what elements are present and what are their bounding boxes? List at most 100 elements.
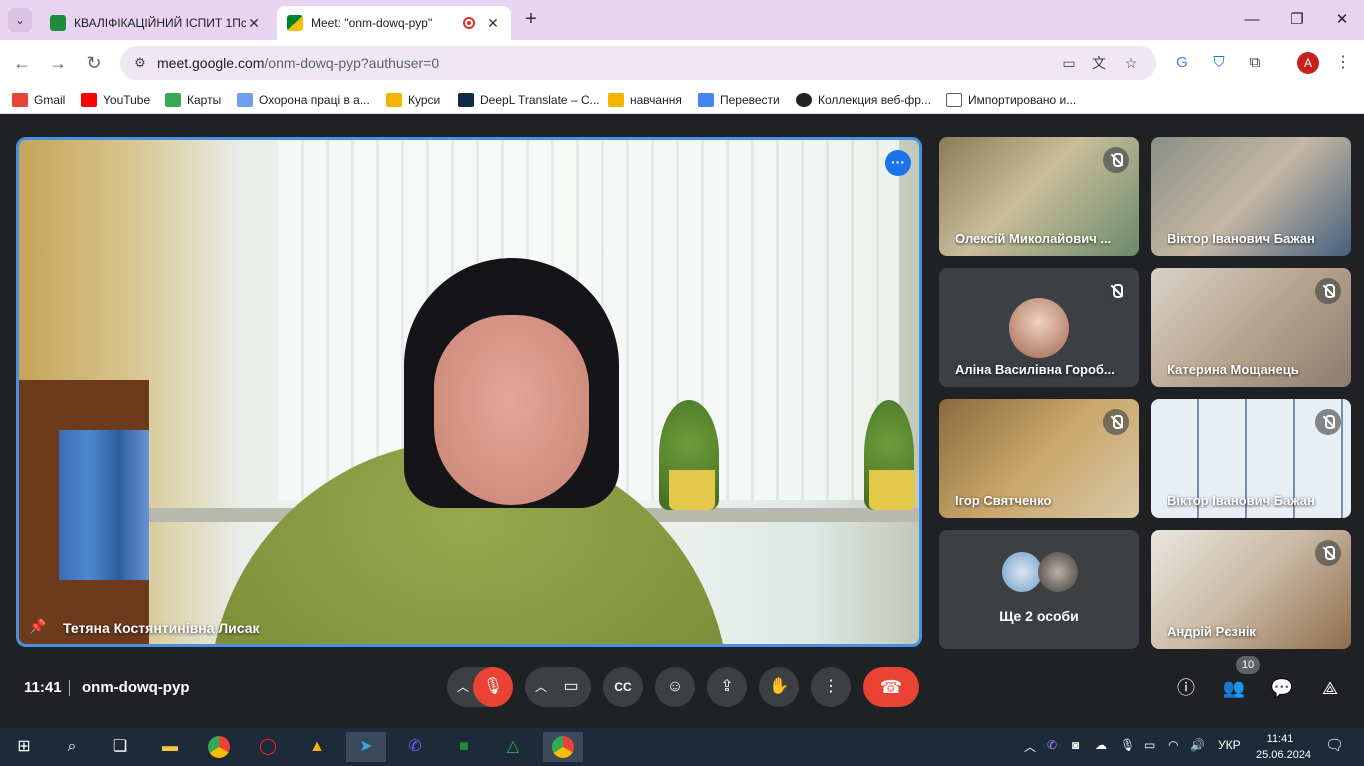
extensions-puzzle-icon[interactable]: ⧉ [1244, 52, 1266, 74]
participant-tile[interactable]: Катерина Мощанець [1151, 268, 1351, 387]
google-translate-icon [698, 93, 714, 107]
chrome-icon[interactable] [199, 732, 239, 762]
tab-meet[interactable]: Meet: "onm-dowq-pyp" ✕ [277, 6, 511, 40]
microphone-icon[interactable]: 🎙 [1120, 738, 1135, 752]
onedrive-icon[interactable]: ☁ [1095, 738, 1107, 752]
new-tab-button[interactable]: + [520, 8, 542, 30]
classroom-icon [608, 93, 624, 107]
gmail-icon [12, 93, 28, 107]
bookmark-label: Курси [408, 93, 441, 107]
opera-icon[interactable]: ◯ [248, 732, 288, 762]
participant-name: Віктор Іванович Бажан [1167, 493, 1315, 508]
google-translate-extension-icon[interactable]: G [1171, 52, 1193, 74]
leave-call-button[interactable]: ☎ [863, 667, 919, 707]
activities-icon[interactable]: ⟁ [1317, 675, 1343, 701]
wifi-icon[interactable]: ◠ [1168, 738, 1178, 752]
volume-icon[interactable]: 🔊 [1190, 738, 1205, 752]
maps-icon [165, 93, 181, 107]
camera-button[interactable]: ▭ [551, 667, 591, 707]
shield-extension-icon[interactable]: ⛉ [1208, 52, 1230, 74]
close-window-button[interactable]: ✕ [1319, 8, 1364, 32]
meeting-info-icon[interactable]: ⓘ [1173, 675, 1199, 701]
battery-icon[interactable]: ▭ [1144, 738, 1155, 752]
tab-close-icon[interactable]: ✕ [246, 15, 262, 32]
bookmark-star-icon[interactable]: ☆ [1122, 54, 1140, 72]
mic-off-button[interactable]: 🎙 [473, 667, 513, 707]
bookmark-learning[interactable]: навчання [608, 91, 682, 109]
url-text[interactable]: meet.google.com/onm-dowq-pyp?authuser=0 [157, 55, 439, 71]
chrome-profile-icon[interactable] [543, 732, 583, 762]
participant-name: Андрій Рєзнік [1167, 624, 1256, 639]
captions-button[interactable]: CC [603, 667, 643, 707]
participant-name: Аліна Василівна Гороб... [955, 362, 1115, 377]
show-hidden-icons-icon[interactable]: ︿ [1024, 738, 1036, 755]
participant-tile[interactable]: Віктор Іванович Бажан [1151, 399, 1351, 518]
participant-tile[interactable]: Андрій Рєзнік [1151, 530, 1351, 649]
people-count-badge: 10 [1236, 656, 1260, 674]
restore-button[interactable]: ❐ [1274, 8, 1320, 32]
participant-tile-others[interactable]: Ще 2 особи [939, 530, 1139, 649]
participant-avatar [1002, 552, 1042, 592]
participant-tile[interactable]: Ігор Святченко [939, 399, 1139, 518]
classroom-icon[interactable]: ■ [444, 732, 484, 762]
bookmark-gmail[interactable]: Gmail [12, 91, 65, 109]
task-view-icon[interactable]: ❏ [100, 732, 140, 762]
more-options-button[interactable]: ⋮ [811, 667, 851, 707]
viber-icon[interactable]: ✆ [395, 732, 435, 762]
bookmark-translate[interactable]: Перевести [698, 91, 780, 109]
main-speaker-tile[interactable]: ··· 📌 Тетяна Костянтинівна Лисак [16, 137, 922, 647]
participant-avatar [1038, 552, 1078, 592]
pin-icon[interactable]: 📌 [29, 618, 46, 636]
present-screen-button[interactable]: ⇪ [707, 667, 747, 707]
more-options-icon[interactable]: ··· [885, 150, 911, 176]
viber-tray-icon[interactable]: ✆ [1047, 738, 1057, 752]
tab-exam[interactable]: КВАЛІФІКАЦІЙНИЙ ІСПИТ 1Пс ✕ [40, 6, 272, 40]
bookmark-deepl[interactable]: DeepL Translate – С... [458, 91, 600, 109]
notifications-icon[interactable]: 🗨 [1325, 736, 1344, 754]
language-indicator[interactable]: УКР [1218, 738, 1241, 752]
bookmark-courses[interactable]: Курси [386, 91, 440, 109]
minimize-button[interactable]: — [1229, 8, 1275, 32]
bookmark-youtube[interactable]: YouTube [81, 91, 150, 109]
windows-start-icon[interactable]: ⊞ [4, 732, 44, 762]
address-bar[interactable]: ⚙ meet.google.com/onm-dowq-pyp?authuser=… [120, 46, 1156, 80]
bookmark-web-fragments[interactable]: Коллекция веб-фр... [796, 91, 931, 109]
translate-icon[interactable]: 文 [1090, 54, 1108, 72]
speaker-face [434, 315, 589, 505]
profile-avatar[interactable]: A [1297, 52, 1319, 74]
camera-in-use-icon[interactable]: ▭ [1060, 54, 1078, 72]
tab-search-dropdown-icon[interactable]: ⌄ [8, 8, 32, 32]
bookmark-maps[interactable]: Карты [165, 91, 221, 109]
participant-tile[interactable]: Віктор Іванович Бажан [1151, 137, 1351, 256]
tab-close-icon[interactable]: ✕ [485, 15, 501, 32]
participant-tile[interactable]: Олексій Миколайович ... [939, 137, 1139, 256]
meet-area: ··· 📌 Тетяна Костянтинівна Лисак Олексій… [0, 114, 1364, 728]
site-info-icon[interactable]: ⚙ [132, 55, 148, 71]
deepl-icon [458, 93, 474, 107]
people-icon[interactable]: 👥 [1221, 675, 1247, 701]
file-explorer-icon[interactable]: ▬ [150, 732, 190, 762]
mic-off-icon [1315, 540, 1341, 566]
clock[interactable]: 11:41 25.06.2024 [1256, 731, 1311, 763]
meeting-time: 11:41 [24, 679, 62, 696]
telegram-icon[interactable]: ➤ [346, 732, 386, 762]
back-arrow-icon[interactable]: ← [10, 51, 34, 75]
bookmark-labor-safety[interactable]: Охорона праці в а... [237, 91, 370, 109]
bookmark-imported-folder[interactable]: Импортировано и... [946, 91, 1076, 109]
chrome-menu-icon[interactable]: ⋮ [1335, 52, 1351, 74]
mic-off-icon [1103, 409, 1129, 435]
search-icon[interactable]: ⌕ [52, 732, 92, 762]
globe-icon [796, 93, 812, 107]
app-icon[interactable]: ▲ [297, 732, 337, 762]
reload-icon[interactable]: ↻ [82, 51, 106, 75]
raise-hand-button[interactable]: ✋ [759, 667, 799, 707]
taskbar: ⊞ ⌕ ❏ ▬ ◯ ▲ ➤ ✆ ■ △ ︿ ✆ ◙ ☁ 🎙 ▭ ◠ 🔊 УКР … [0, 728, 1364, 766]
google-drive-icon[interactable]: △ [493, 732, 533, 762]
camera-tray-icon[interactable]: ◙ [1072, 738, 1079, 752]
participant-avatar [1009, 298, 1069, 358]
participant-tile[interactable]: Аліна Василівна Гороб... [939, 268, 1139, 387]
forward-arrow-icon[interactable]: → [46, 51, 70, 75]
reactions-emoji-button[interactable]: ☺ [655, 667, 695, 707]
clock-time: 11:41 [1266, 733, 1294, 745]
chat-icon[interactable]: 💬 [1269, 675, 1295, 701]
